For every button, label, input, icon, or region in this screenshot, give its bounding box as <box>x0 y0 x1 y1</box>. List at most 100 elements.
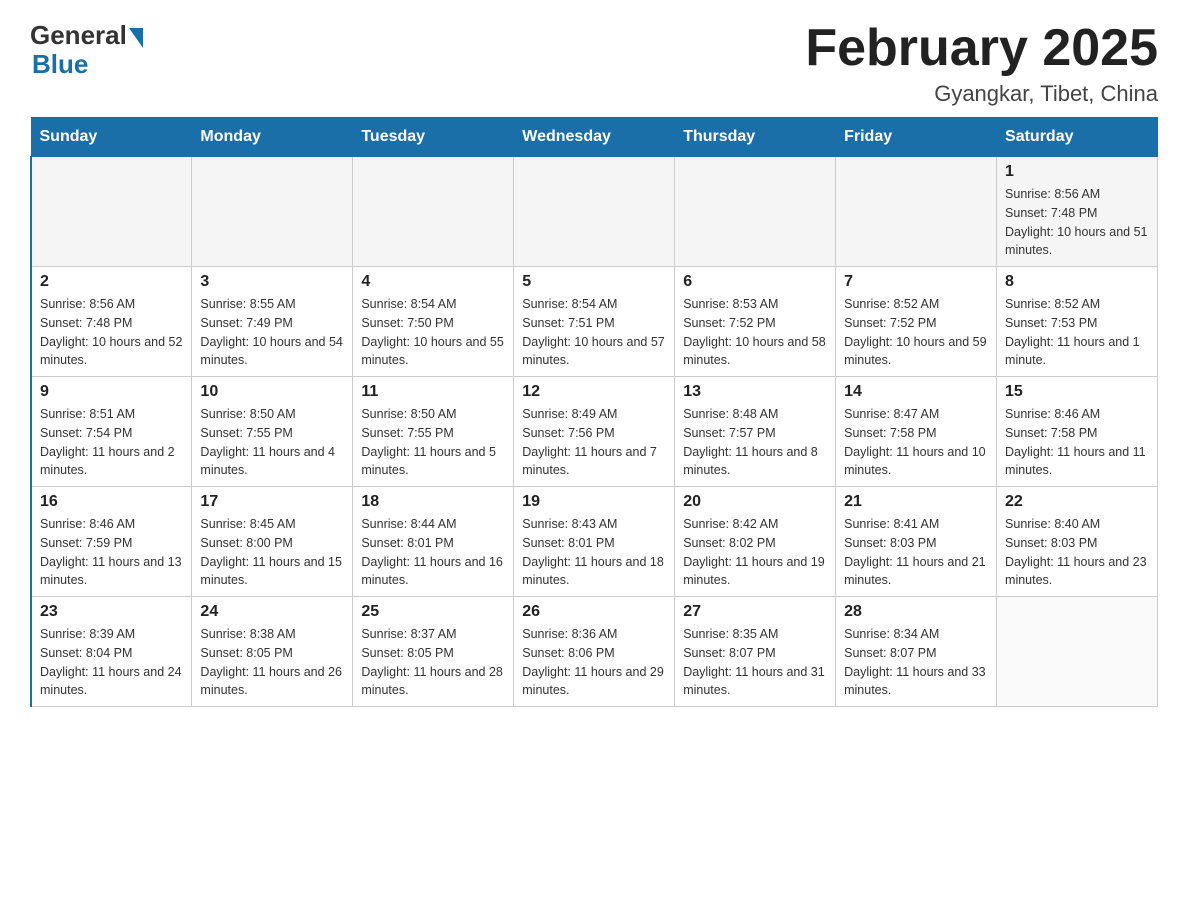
page-header: General Blue February 2025 Gyangkar, Tib… <box>30 20 1158 107</box>
day-info: Sunrise: 8:36 AM Sunset: 8:06 PM Dayligh… <box>522 625 666 700</box>
day-number: 26 <box>522 603 666 621</box>
table-row: 18Sunrise: 8:44 AM Sunset: 8:01 PM Dayli… <box>353 487 514 597</box>
day-info: Sunrise: 8:50 AM Sunset: 7:55 PM Dayligh… <box>361 405 505 480</box>
table-row: 7 Sunrise: 8:52 AM Sunset: 7:52 PM Daylig… <box>836 267 997 377</box>
day-info: Sunrise: 8:39 AM Sunset: 8:04 PM Dayligh… <box>40 625 183 700</box>
table-row: 20 Sunrise: 8:42 AM Sunset: 8:02 PM Dayli… <box>675 487 836 597</box>
table-row: 28 Sunrise: 8:34 AM Sunset: 8:07 PM Dayli… <box>836 597 997 707</box>
day-info: Sunrise: 8:44 AM Sunset: 8:01 PM Dayligh… <box>361 515 505 590</box>
day-info: Sunrise: 8:48 AM Sunset: 7:57 PM Dayligh… <box>683 405 827 480</box>
day-info: Sunrise: 8:46 AM Sunset: 7:59 PM Dayligh… <box>40 515 183 590</box>
logo-general-text: General <box>30 20 127 51</box>
table-row: 22Sunrise: 8:40 AM Sunset: 8:03 PM Dayli… <box>997 487 1158 597</box>
day-info: Sunrise: 8:52 AM Sunset: 7:53 PM Dayligh… <box>1005 295 1149 370</box>
day-info: Sunrise: 8:56 AM Sunset: 7:48 PM Dayligh… <box>1005 185 1149 260</box>
day-info: Sunrise: 8:47 AM Sunset: 7:58 PM Dayligh… <box>844 405 988 480</box>
day-info: Sunrise: 8:35 AM Sunset: 8:07 PM Dayligh… <box>683 625 827 700</box>
day-number: 4 <box>361 273 505 291</box>
day-info: Sunrise: 8:51 AM Sunset: 7:54 PM Dayligh… <box>40 405 183 480</box>
table-row: 10 Sunrise: 8:50 AM Sunset: 7:55 PM Dayli… <box>192 377 353 487</box>
table-row: 15 Sunrise: 8:46 AM Sunset: 7:58 PM Dayli… <box>997 377 1158 487</box>
table-row: 24 Sunrise: 8:38 AM Sunset: 8:05 PM Dayli… <box>192 597 353 707</box>
table-row: 19 Sunrise: 8:43 AM Sunset: 8:01 PM Dayli… <box>514 487 675 597</box>
calendar-week-row: 2 Sunrise: 8:56 AM Sunset: 7:48 PM Daylig… <box>31 267 1158 377</box>
day-number: 11 <box>361 383 505 401</box>
day-info: Sunrise: 8:38 AM Sunset: 8:05 PM Dayligh… <box>200 625 344 700</box>
day-info: Sunrise: 8:45 AM Sunset: 8:00 PM Dayligh… <box>200 515 344 590</box>
day-info: Sunrise: 8:37 AM Sunset: 8:05 PM Dayligh… <box>361 625 505 700</box>
table-row: 27Sunrise: 8:35 AM Sunset: 8:07 PM Dayli… <box>675 597 836 707</box>
table-row: 8 Sunrise: 8:52 AM Sunset: 7:53 PM Daylig… <box>997 267 1158 377</box>
table-row: 17 Sunrise: 8:45 AM Sunset: 8:00 PM Dayli… <box>192 487 353 597</box>
day-info: Sunrise: 8:46 AM Sunset: 7:58 PM Dayligh… <box>1005 405 1149 480</box>
day-info: Sunrise: 8:50 AM Sunset: 7:55 PM Dayligh… <box>200 405 344 480</box>
table-row <box>836 157 997 267</box>
logo-arrow-icon <box>129 28 143 48</box>
table-row: 26 Sunrise: 8:36 AM Sunset: 8:06 PM Dayli… <box>514 597 675 707</box>
day-number: 3 <box>200 273 344 291</box>
day-number: 10 <box>200 383 344 401</box>
day-number: 7 <box>844 273 988 291</box>
table-row: 13 Sunrise: 8:48 AM Sunset: 7:57 PM Dayli… <box>675 377 836 487</box>
table-row: 23Sunrise: 8:39 AM Sunset: 8:04 PM Dayli… <box>31 597 192 707</box>
table-row: 1 Sunrise: 8:56 AM Sunset: 7:48 PM Daylig… <box>997 157 1158 267</box>
calendar-subtitle: Gyangkar, Tibet, China <box>805 81 1158 107</box>
day-info: Sunrise: 8:34 AM Sunset: 8:07 PM Dayligh… <box>844 625 988 700</box>
calendar-title: February 2025 <box>805 20 1158 77</box>
table-row: 12 Sunrise: 8:49 AM Sunset: 7:56 PM Dayli… <box>514 377 675 487</box>
day-number: 28 <box>844 603 988 621</box>
header-saturday: Saturday <box>997 118 1158 157</box>
day-info: Sunrise: 8:54 AM Sunset: 7:51 PM Dayligh… <box>522 295 666 370</box>
day-info: Sunrise: 8:52 AM Sunset: 7:52 PM Dayligh… <box>844 295 988 370</box>
header-friday: Friday <box>836 118 997 157</box>
day-number: 17 <box>200 493 344 511</box>
calendar-table: Sunday Monday Tuesday Wednesday Thursday… <box>30 117 1158 707</box>
day-number: 9 <box>40 383 183 401</box>
header-wednesday: Wednesday <box>514 118 675 157</box>
day-number: 2 <box>40 273 183 291</box>
day-number: 16 <box>40 493 183 511</box>
day-number: 13 <box>683 383 827 401</box>
calendar-week-row: 23Sunrise: 8:39 AM Sunset: 8:04 PM Dayli… <box>31 597 1158 707</box>
day-number: 8 <box>1005 273 1149 291</box>
day-info: Sunrise: 8:53 AM Sunset: 7:52 PM Dayligh… <box>683 295 827 370</box>
table-row: 3 Sunrise: 8:55 AM Sunset: 7:49 PM Daylig… <box>192 267 353 377</box>
logo: General Blue <box>30 20 143 80</box>
day-info: Sunrise: 8:42 AM Sunset: 8:02 PM Dayligh… <box>683 515 827 590</box>
header-monday: Monday <box>192 118 353 157</box>
day-number: 14 <box>844 383 988 401</box>
day-info: Sunrise: 8:54 AM Sunset: 7:50 PM Dayligh… <box>361 295 505 370</box>
table-row: 25Sunrise: 8:37 AM Sunset: 8:05 PM Dayli… <box>353 597 514 707</box>
table-row: 2 Sunrise: 8:56 AM Sunset: 7:48 PM Daylig… <box>31 267 192 377</box>
day-info: Sunrise: 8:41 AM Sunset: 8:03 PM Dayligh… <box>844 515 988 590</box>
table-row: 5 Sunrise: 8:54 AM Sunset: 7:51 PM Daylig… <box>514 267 675 377</box>
day-number: 1 <box>1005 163 1149 181</box>
table-row: 16 Sunrise: 8:46 AM Sunset: 7:59 PM Dayli… <box>31 487 192 597</box>
day-number: 5 <box>522 273 666 291</box>
table-row <box>675 157 836 267</box>
day-info: Sunrise: 8:56 AM Sunset: 7:48 PM Dayligh… <box>40 295 183 370</box>
logo-blue-text: Blue <box>32 49 88 80</box>
table-row: 11 Sunrise: 8:50 AM Sunset: 7:55 PM Dayli… <box>353 377 514 487</box>
day-number: 6 <box>683 273 827 291</box>
day-number: 21 <box>844 493 988 511</box>
table-row: 9 Sunrise: 8:51 AM Sunset: 7:54 PM Daylig… <box>31 377 192 487</box>
day-info: Sunrise: 8:49 AM Sunset: 7:56 PM Dayligh… <box>522 405 666 480</box>
day-number: 20 <box>683 493 827 511</box>
table-row <box>997 597 1158 707</box>
header-sunday: Sunday <box>31 118 192 157</box>
day-number: 15 <box>1005 383 1149 401</box>
calendar-week-row: 9 Sunrise: 8:51 AM Sunset: 7:54 PM Daylig… <box>31 377 1158 487</box>
day-info: Sunrise: 8:55 AM Sunset: 7:49 PM Dayligh… <box>200 295 344 370</box>
table-row: 4 Sunrise: 8:54 AM Sunset: 7:50 PM Daylig… <box>353 267 514 377</box>
table-row <box>353 157 514 267</box>
table-row <box>192 157 353 267</box>
calendar-week-row: 1 Sunrise: 8:56 AM Sunset: 7:48 PM Daylig… <box>31 157 1158 267</box>
table-row: 14 Sunrise: 8:47 AM Sunset: 7:58 PM Dayli… <box>836 377 997 487</box>
table-row: 6 Sunrise: 8:53 AM Sunset: 7:52 PM Daylig… <box>675 267 836 377</box>
header-thursday: Thursday <box>675 118 836 157</box>
day-info: Sunrise: 8:43 AM Sunset: 8:01 PM Dayligh… <box>522 515 666 590</box>
day-number: 24 <box>200 603 344 621</box>
day-number: 12 <box>522 383 666 401</box>
day-number: 19 <box>522 493 666 511</box>
